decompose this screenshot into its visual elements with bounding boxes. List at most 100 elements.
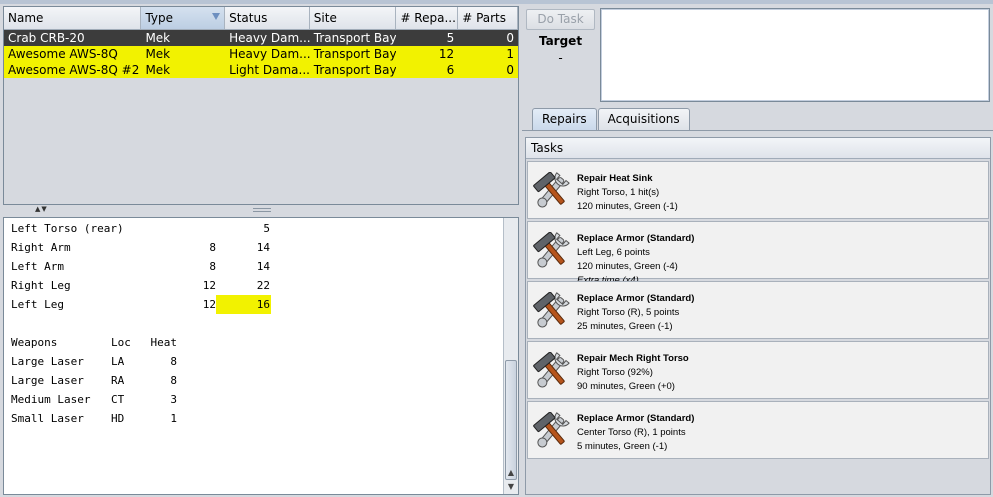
task-text: Repair Heat Sink Right Torso, 1 hit(s) 120… <box>577 172 678 214</box>
cell-site: Transport Bay <box>313 31 397 45</box>
cell-status: Light Dama... <box>229 63 310 77</box>
do-task-button[interactable]: Do Task <box>526 9 595 30</box>
scroll-up-icon[interactable]: ▲ <box>504 466 518 479</box>
collapse-arrows-icon[interactable]: ▲▼ <box>35 206 48 213</box>
armor-max-value: 14 <box>256 241 270 254</box>
weapon-heat: 8 <box>170 374 177 387</box>
task-text: Replace Armor (Standard) Left Leg, 6 poin… <box>577 232 694 288</box>
weapon-name: Large Laser <box>11 374 84 387</box>
cell-status: Heavy Dam... <box>229 47 310 61</box>
task-text: Replace Armor (Standard) Right Torso (R),… <box>577 292 694 334</box>
weapons-header-loc: Loc <box>111 336 131 349</box>
tasks-panel: Tasks Repair Heat Sink Right Torso, 1 hit… <box>525 137 991 495</box>
tab-bar: Repairs Acquisitions <box>532 108 691 131</box>
cell-type: Mek <box>145 47 171 61</box>
cell-name: Awesome AWS-8Q #2 <box>8 63 140 77</box>
armor-location: Right Leg <box>11 279 71 292</box>
cell-repairs: 6 <box>446 63 455 77</box>
armor-max-value: 22 <box>256 279 270 292</box>
tab-repairs[interactable]: Repairs <box>532 108 597 131</box>
task-title: Repair Mech Right Torso <box>577 353 689 364</box>
armor-location: Left Torso (rear) <box>11 222 124 235</box>
armor-location: Left Arm <box>11 260 64 273</box>
table-row[interactable]: Awesome AWS-8Q #2 Mek Light Dama... Transpo… <box>4 62 518 78</box>
task-location: Left Leg, 6 points <box>577 247 650 258</box>
weapons-header-name: Weapons <box>11 336 58 349</box>
task-card[interactable]: Replace Armor (Standard) Right Torso (R),… <box>527 281 989 339</box>
weapon-heat: 1 <box>170 412 177 425</box>
task-time-skill: 90 minutes, Green (+0) <box>577 381 675 392</box>
armor-location: Left Leg <box>11 298 64 311</box>
armor-max-value: 5 <box>263 222 270 235</box>
weapon-name: Small Laser <box>11 412 84 425</box>
weapon-location: HD <box>111 412 125 425</box>
task-card[interactable]: Replace Armor (Standard) Center Torso (R)… <box>527 401 989 459</box>
task-card[interactable]: Repair Mech Right Torso Right Torso (92%)… <box>527 341 989 399</box>
armor-row: Left Leg 12 16 <box>11 295 271 314</box>
weapon-row: Medium Laser CT 3 <box>11 390 271 409</box>
task-location: Right Torso, 1 hit(s) <box>577 187 660 198</box>
armor-location: Right Arm <box>11 241 71 254</box>
cell-site: Transport Bay <box>313 47 397 61</box>
unit-detail-text: Left Torso (rear) 5 Right Arm 8 14 Left Arm 8 1… <box>11 219 271 428</box>
armor-row: Left Arm 8 14 <box>11 257 271 276</box>
sort-descending-icon <box>212 13 221 20</box>
cell-parts: 0 <box>506 63 514 77</box>
cell-type: Mek <box>145 63 171 77</box>
target-label: Target <box>538 34 583 48</box>
weapon-row: Large Laser LA 8 <box>11 352 271 371</box>
task-card[interactable]: Replace Armor (Standard) Left Leg, 6 poin… <box>527 221 989 286</box>
armor-max-value: 16 <box>216 295 271 314</box>
task-card[interactable]: Repair Heat Sink Right Torso, 1 hit(s) 120… <box>527 161 989 219</box>
tab-acquisitions[interactable]: Acquisitions <box>597 108 690 131</box>
armor-value: 12 <box>202 298 216 311</box>
column-header-parts[interactable]: # Parts <box>458 7 518 29</box>
task-title: Replace Armor (Standard) <box>577 413 695 424</box>
table-row[interactable]: Awesome AWS-8Q Mek Heavy Dam... Transport B… <box>4 46 518 62</box>
detail-scrollbar[interactable]: ▲ ▼ <box>503 218 518 494</box>
armor-row: Left Torso (rear) 5 <box>11 219 271 238</box>
cell-parts: 1 <box>506 47 514 61</box>
task-location: Right Torso (92%) <box>577 367 653 378</box>
target-value: - <box>558 51 563 65</box>
weapon-row: Small Laser HD 1 <box>11 409 271 428</box>
weapon-name: Large Laser <box>11 355 84 368</box>
armor-row: Right Leg 12 22 <box>11 276 271 295</box>
weapons-header-heat: Heat <box>150 336 178 349</box>
repair-bay-window: Name Type Status Site # Repa... # Parts … <box>0 0 993 497</box>
weapon-location: LA <box>111 355 125 368</box>
cell-site: Transport Bay <box>313 63 397 77</box>
split-pane-divider[interactable]: ▲▼ <box>3 205 519 217</box>
hammer-wrench-icon <box>530 411 574 450</box>
armor-value: 8 <box>209 241 216 254</box>
units-table-header: Name Type Status Site # Repa... # Parts <box>4 7 518 30</box>
weapon-row: Large Laser RA 8 <box>11 371 271 390</box>
cell-parts: 0 <box>506 31 514 45</box>
units-table: Name Type Status Site # Repa... # Parts … <box>3 6 519 205</box>
task-time-skill: 120 minutes, Green (-4) <box>577 261 678 272</box>
hammer-wrench-icon <box>530 291 574 330</box>
weapon-heat: 8 <box>170 355 177 368</box>
task-time-skill: 25 minutes, Green (-1) <box>577 321 673 332</box>
cell-status: Heavy Dam... <box>229 31 310 45</box>
splitter-grip-icon[interactable] <box>253 208 271 212</box>
cell-repairs: 12 <box>438 47 455 61</box>
units-table-body: Crab CRB-20 Mek Heavy Dam... Transport Bay 5… <box>4 30 518 78</box>
column-header-type[interactable]: Type <box>141 7 226 29</box>
detail-scrollbar-thumb[interactable] <box>505 360 517 480</box>
armor-value: 8 <box>209 260 216 273</box>
task-location: Right Torso (R), 5 points <box>577 307 680 318</box>
cell-name: Crab CRB-20 <box>8 31 85 45</box>
column-header-site[interactable]: Site <box>310 7 397 29</box>
column-header-repairs[interactable]: # Repa... <box>396 7 459 29</box>
hammer-wrench-icon <box>530 351 574 390</box>
armor-value: 12 <box>202 279 216 292</box>
column-header-name[interactable]: Name <box>4 7 142 29</box>
cell-name: Awesome AWS-8Q <box>8 47 118 61</box>
table-row[interactable]: Crab CRB-20 Mek Heavy Dam... Transport Bay 5… <box>4 30 518 46</box>
scroll-down-icon[interactable]: ▼ <box>504 480 518 493</box>
cell-repairs: 5 <box>446 31 455 45</box>
weapon-name: Medium Laser <box>11 393 91 406</box>
column-header-status[interactable]: Status <box>225 7 310 29</box>
